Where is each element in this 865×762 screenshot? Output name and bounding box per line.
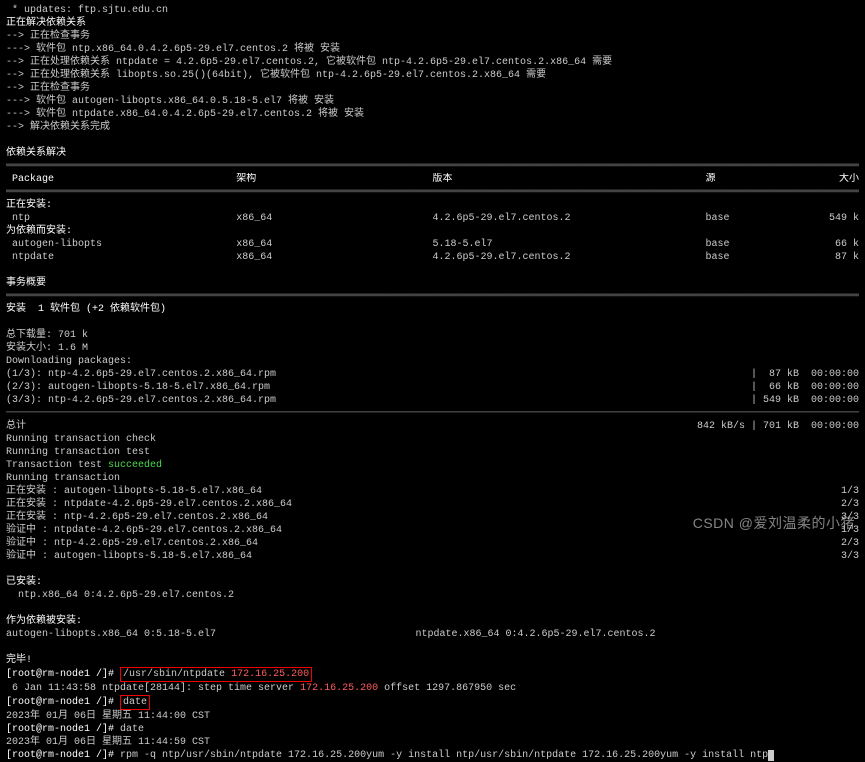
dep-installed-line: autogen-libopts.x86_64 0:5.18-5.el7ntpda… (6, 628, 859, 641)
total-line: 总计842 kB/s | 701 kB 00:00:00 (6, 420, 859, 433)
dep-solved: 依赖关系解决 (6, 147, 859, 160)
complete: 完毕! (6, 654, 859, 667)
divider: ════════════════════════════════════════… (6, 186, 859, 199)
download-row: (1/3): ntp-4.2.6p5-29.el7.centos.2.x86_6… (6, 368, 859, 381)
ntpdate-output: 6 Jan 11:43:58 ntpdate[28144]: step time… (6, 682, 859, 695)
date-output: 2023年 01月 06日 星期五 11:44:00 CST (6, 710, 859, 723)
step-row: 验证中 : ntp-4.2.6p5-29.el7.centos.2.x86_64… (6, 537, 859, 550)
pkg-ntpdate: ---> 软件包 ntpdate.x86_64.0.4.2.6p5-29.el7… (6, 108, 859, 121)
divider: ════════════════════════════════════════… (6, 160, 859, 173)
download-row: (3/3): ntp-4.2.6p5-29.el7.centos.2.x86_6… (6, 394, 859, 407)
prompt-line[interactable]: [root@rm-node1 /]# rpm -q ntp/usr/sbin/n… (6, 749, 859, 762)
step-row: 正在安装 : autogen-libopts-5.18-5.el7.x86_64… (6, 485, 859, 498)
trans-running: Running transaction (6, 472, 859, 485)
hdr-size: 大小 (799, 173, 859, 186)
installing-header: 正在安装: (6, 199, 859, 212)
pkg-autogen: ---> 软件包 autogen-libopts.x86_64.0.5.18-5… (6, 95, 859, 108)
download-row: (2/3): autogen-libopts-5.18-5.el7.x86_64… (6, 381, 859, 394)
mirror-line: * updates: ftp.sjtu.edu.cn (6, 4, 859, 17)
hdr-repo: 源 (705, 173, 799, 186)
total-dl: 总下载量: 701 k (6, 329, 859, 342)
hdr-ver: 版本 (432, 173, 705, 186)
resolving-done: --> 解决依赖关系完成 (6, 121, 859, 134)
pkg-ntp: ---> 软件包 ntp.x86_64.0.4.2.6p5-29.el7.cen… (6, 43, 859, 56)
trans-check: Running transaction check (6, 433, 859, 446)
date-output: 2023年 01月 06日 星期五 11:44:59 CST (6, 736, 859, 749)
resolving-deps: 正在解决依赖关系 (6, 17, 859, 30)
blank (6, 134, 859, 147)
table-row: autogen-libopts x86_64 5.18-5.el7 base 6… (6, 238, 859, 251)
check-trans2: --> 正在检查事务 (6, 82, 859, 95)
dep-libopts: --> 正在处理依赖关系 libopts.so.25()(64bit), 它被软… (6, 69, 859, 82)
trans-test: Running transaction test (6, 446, 859, 459)
table-row: ntpdate x86_64 4.2.6p5-29.el7.centos.2 b… (6, 251, 859, 264)
cursor-icon (768, 750, 774, 761)
divider: ════════════════════════════════════════… (6, 290, 859, 303)
deps-header: 为依赖而安装: (6, 225, 859, 238)
terminal-output: * updates: ftp.sjtu.edu.cn 正在解决依赖关系 --> … (6, 4, 859, 762)
step-row: 验证中 : autogen-libopts-5.18-5.el7.x86_643… (6, 550, 859, 563)
trans-test-ok: Transaction test succeeded (6, 459, 859, 472)
watermark: CSDN @爱刘温柔的小猪 (693, 517, 855, 530)
check-trans: --> 正在检查事务 (6, 30, 859, 43)
install-size: 安装大小: 1.6 M (6, 342, 859, 355)
hdr-pkg: Package (6, 173, 236, 186)
dep-ntpdate: --> 正在处理依赖关系 ntpdate = 4.2.6p5-29.el7.ce… (6, 56, 859, 69)
divider: ────────────────────────────────────────… (6, 407, 859, 420)
step-row: 正在安装 : ntpdate-4.2.6p5-29.el7.centos.2.x… (6, 498, 859, 511)
install-summary: 安装 1 软件包 (+2 依赖软件包) (6, 303, 859, 316)
dep-installed-header: 作为依赖被安装: (6, 615, 859, 628)
table-header: Package 架构 版本 源 大小 (6, 173, 859, 186)
prompt-line[interactable]: [root@rm-node1 /]# date (6, 723, 859, 736)
installed-header: 已安装: (6, 576, 859, 589)
installed-line: ntp.x86_64 0:4.2.6p5-29.el7.centos.2 (6, 589, 859, 602)
prompt-line[interactable]: [root@rm-node1 /]# /usr/sbin/ntpdate 172… (6, 667, 859, 682)
hdr-arch: 架构 (236, 173, 432, 186)
summary-header: 事务概要 (6, 277, 859, 290)
downloading: Downloading packages: (6, 355, 859, 368)
prompt-line[interactable]: [root@rm-node1 /]# date (6, 695, 859, 710)
table-row: ntp x86_64 4.2.6p5-29.el7.centos.2 base … (6, 212, 859, 225)
package-table: Package 架构 版本 源 大小 (6, 173, 859, 186)
